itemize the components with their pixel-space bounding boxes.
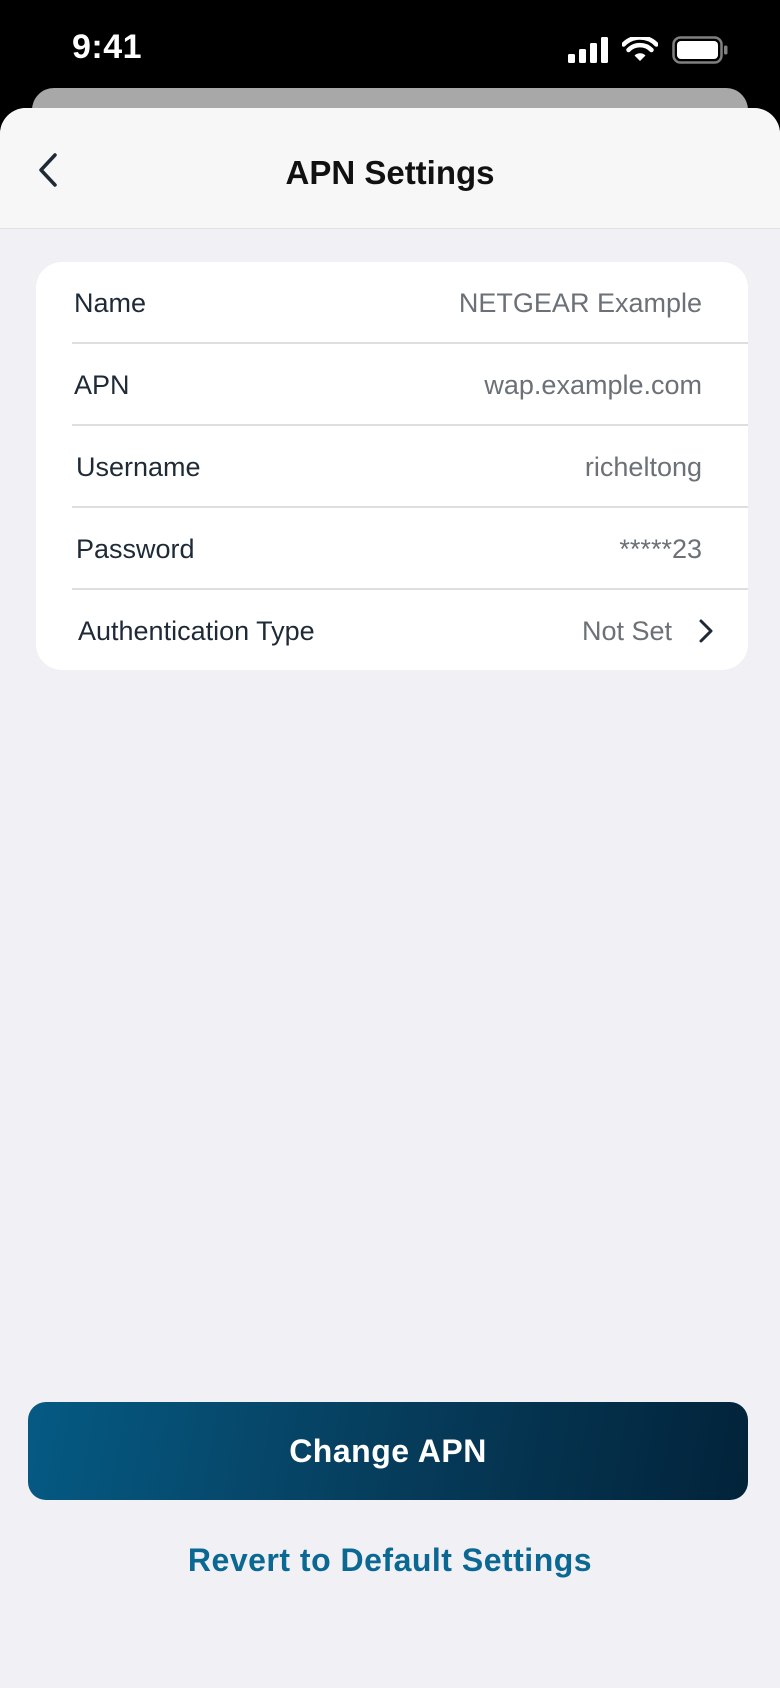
setting-label: Password bbox=[76, 534, 195, 564]
wifi-icon bbox=[622, 37, 658, 61]
nav-bar: APN Settings bbox=[0, 108, 780, 229]
settings-row-authentication-type[interactable]: Authentication Type Not Set bbox=[36, 590, 748, 670]
status-time: 9:41 bbox=[72, 28, 143, 66]
setting-label: Name bbox=[74, 288, 147, 318]
setting-value: NETGEAR Example bbox=[458, 288, 702, 318]
setting-label: APN bbox=[74, 370, 130, 400]
battery-icon bbox=[672, 36, 728, 64]
cellular-signal-icon bbox=[568, 37, 608, 63]
settings-row-apn[interactable]: APN wap.example.com bbox=[36, 344, 748, 426]
revert-to-default-button[interactable]: Revert to Default Settings bbox=[0, 1542, 780, 1579]
setting-label: Authentication Type bbox=[78, 616, 315, 646]
setting-value: wap.example.com bbox=[484, 370, 702, 400]
change-apn-button[interactable]: Change APN bbox=[28, 1402, 748, 1500]
page-title: APN Settings bbox=[285, 154, 495, 191]
setting-value: Not Set bbox=[581, 616, 672, 646]
setting-value: richeltong bbox=[584, 452, 702, 482]
setting-value: *****23 bbox=[619, 534, 702, 564]
settings-row-name[interactable]: Name NETGEAR Example bbox=[36, 262, 748, 344]
chevron-right-icon bbox=[699, 619, 713, 643]
status-icons bbox=[568, 36, 728, 64]
settings-row-username[interactable]: Username richeltong bbox=[36, 426, 748, 508]
settings-row-password[interactable]: Password *****23 bbox=[36, 508, 748, 590]
settings-card: Name NETGEAR Example APN wap.example.com… bbox=[36, 262, 748, 670]
apn-settings-sheet: APN Settings Name NETGEAR Example APN wa… bbox=[0, 108, 780, 1688]
setting-label: Username bbox=[76, 452, 201, 482]
